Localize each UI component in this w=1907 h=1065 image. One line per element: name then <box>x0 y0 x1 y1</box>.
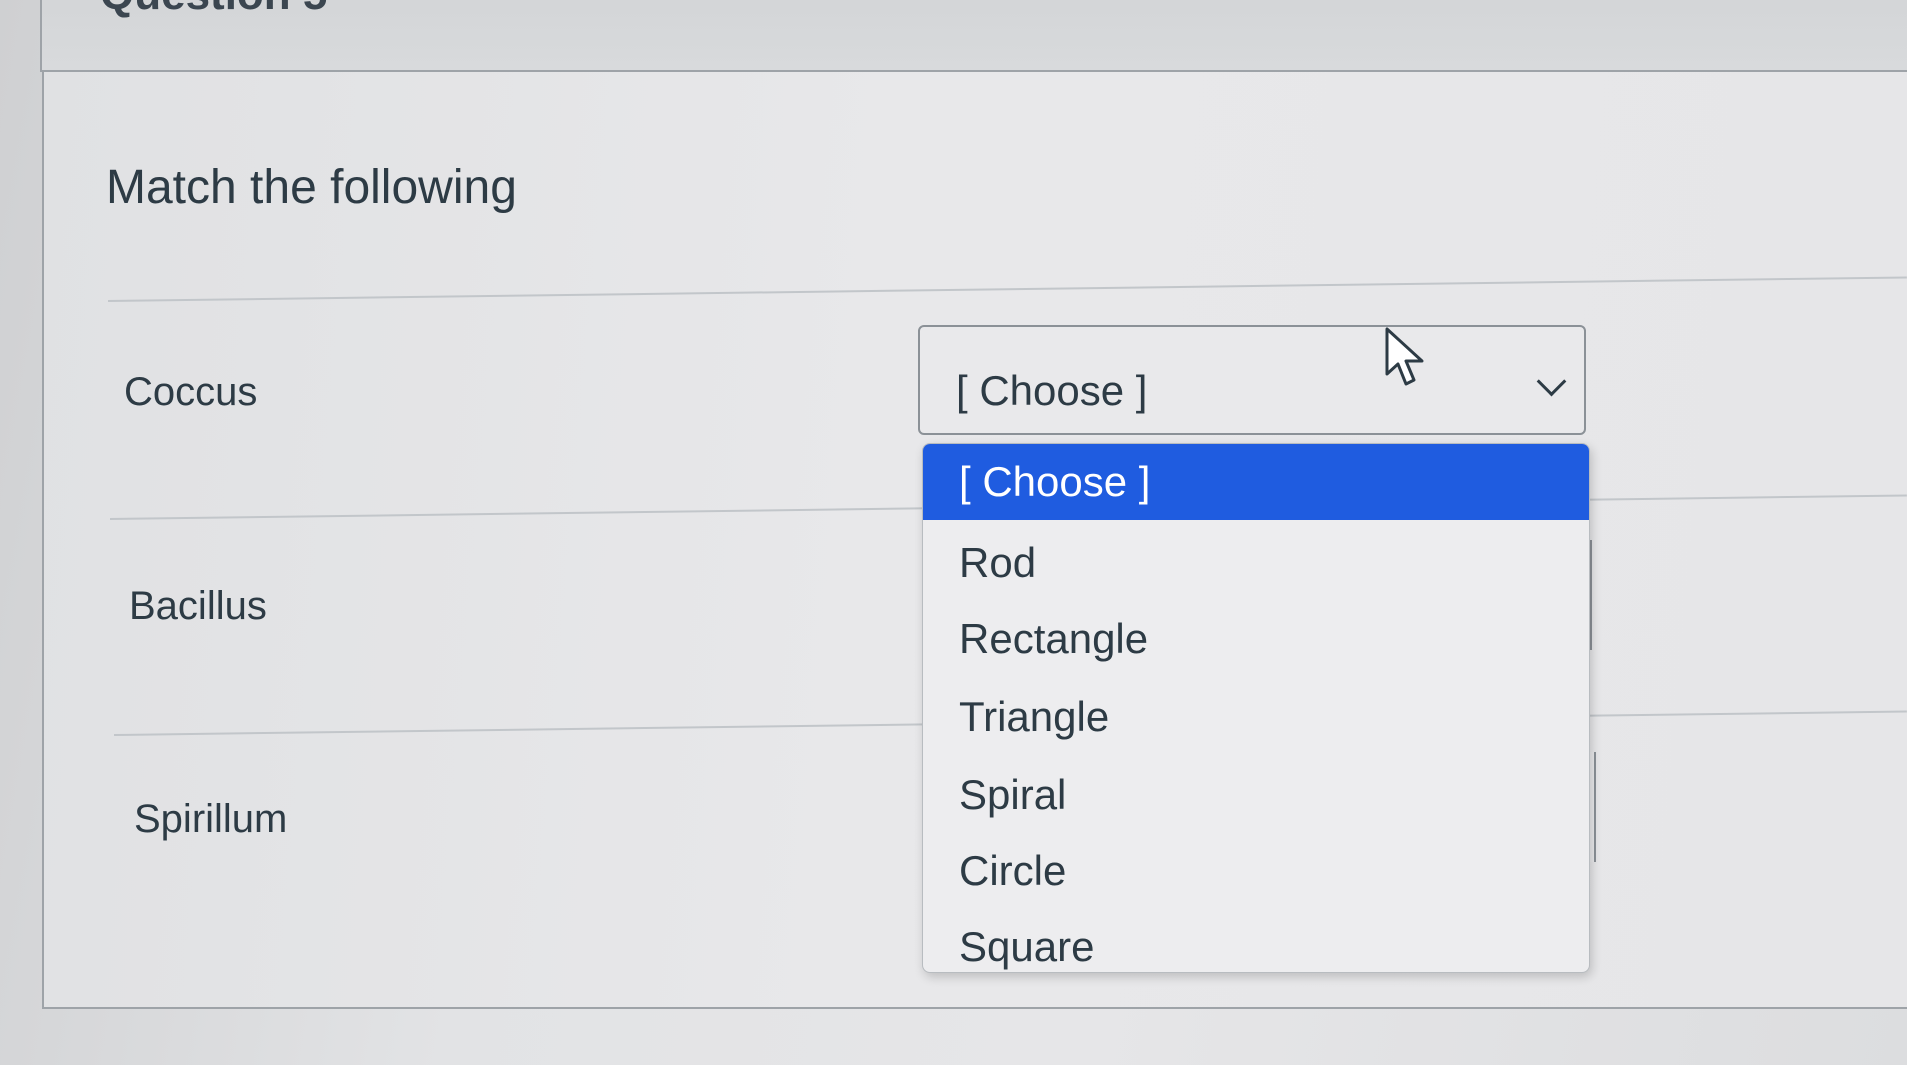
answer-label-spirillum: Spirillum <box>134 797 288 841</box>
dropdown-option-rectangle[interactable]: Rectangle <box>923 601 1589 677</box>
dropdown-option-spiral[interactable]: Spiral <box>923 757 1589 833</box>
chevron-down-icon[interactable] <box>1536 366 1567 397</box>
question-prompt: Match the following <box>106 161 517 214</box>
question-title: Question 5 <box>100 0 327 20</box>
answer-label-coccus: Coccus <box>124 370 258 414</box>
dropdown-option-rod[interactable]: Rod <box>923 525 1589 601</box>
dropdown-list: [ Choose ] Rod Rectangle Triangle Spiral… <box>922 443 1590 973</box>
dropdown-option-square[interactable]: Square <box>923 909 1589 972</box>
answer-label-bacillus: Bacillus <box>129 584 267 628</box>
dropdown-option-circle[interactable]: Circle <box>923 833 1589 909</box>
dropdown-option-choose[interactable]: [ Choose ] <box>923 444 1589 520</box>
answer-select-coccus[interactable]: [ Choose ] <box>918 325 1586 435</box>
dropdown-option-triangle[interactable]: Triangle <box>923 679 1589 755</box>
select-value: [ Choose ] <box>956 367 1148 414</box>
mouse-pointer-icon <box>1384 326 1426 393</box>
